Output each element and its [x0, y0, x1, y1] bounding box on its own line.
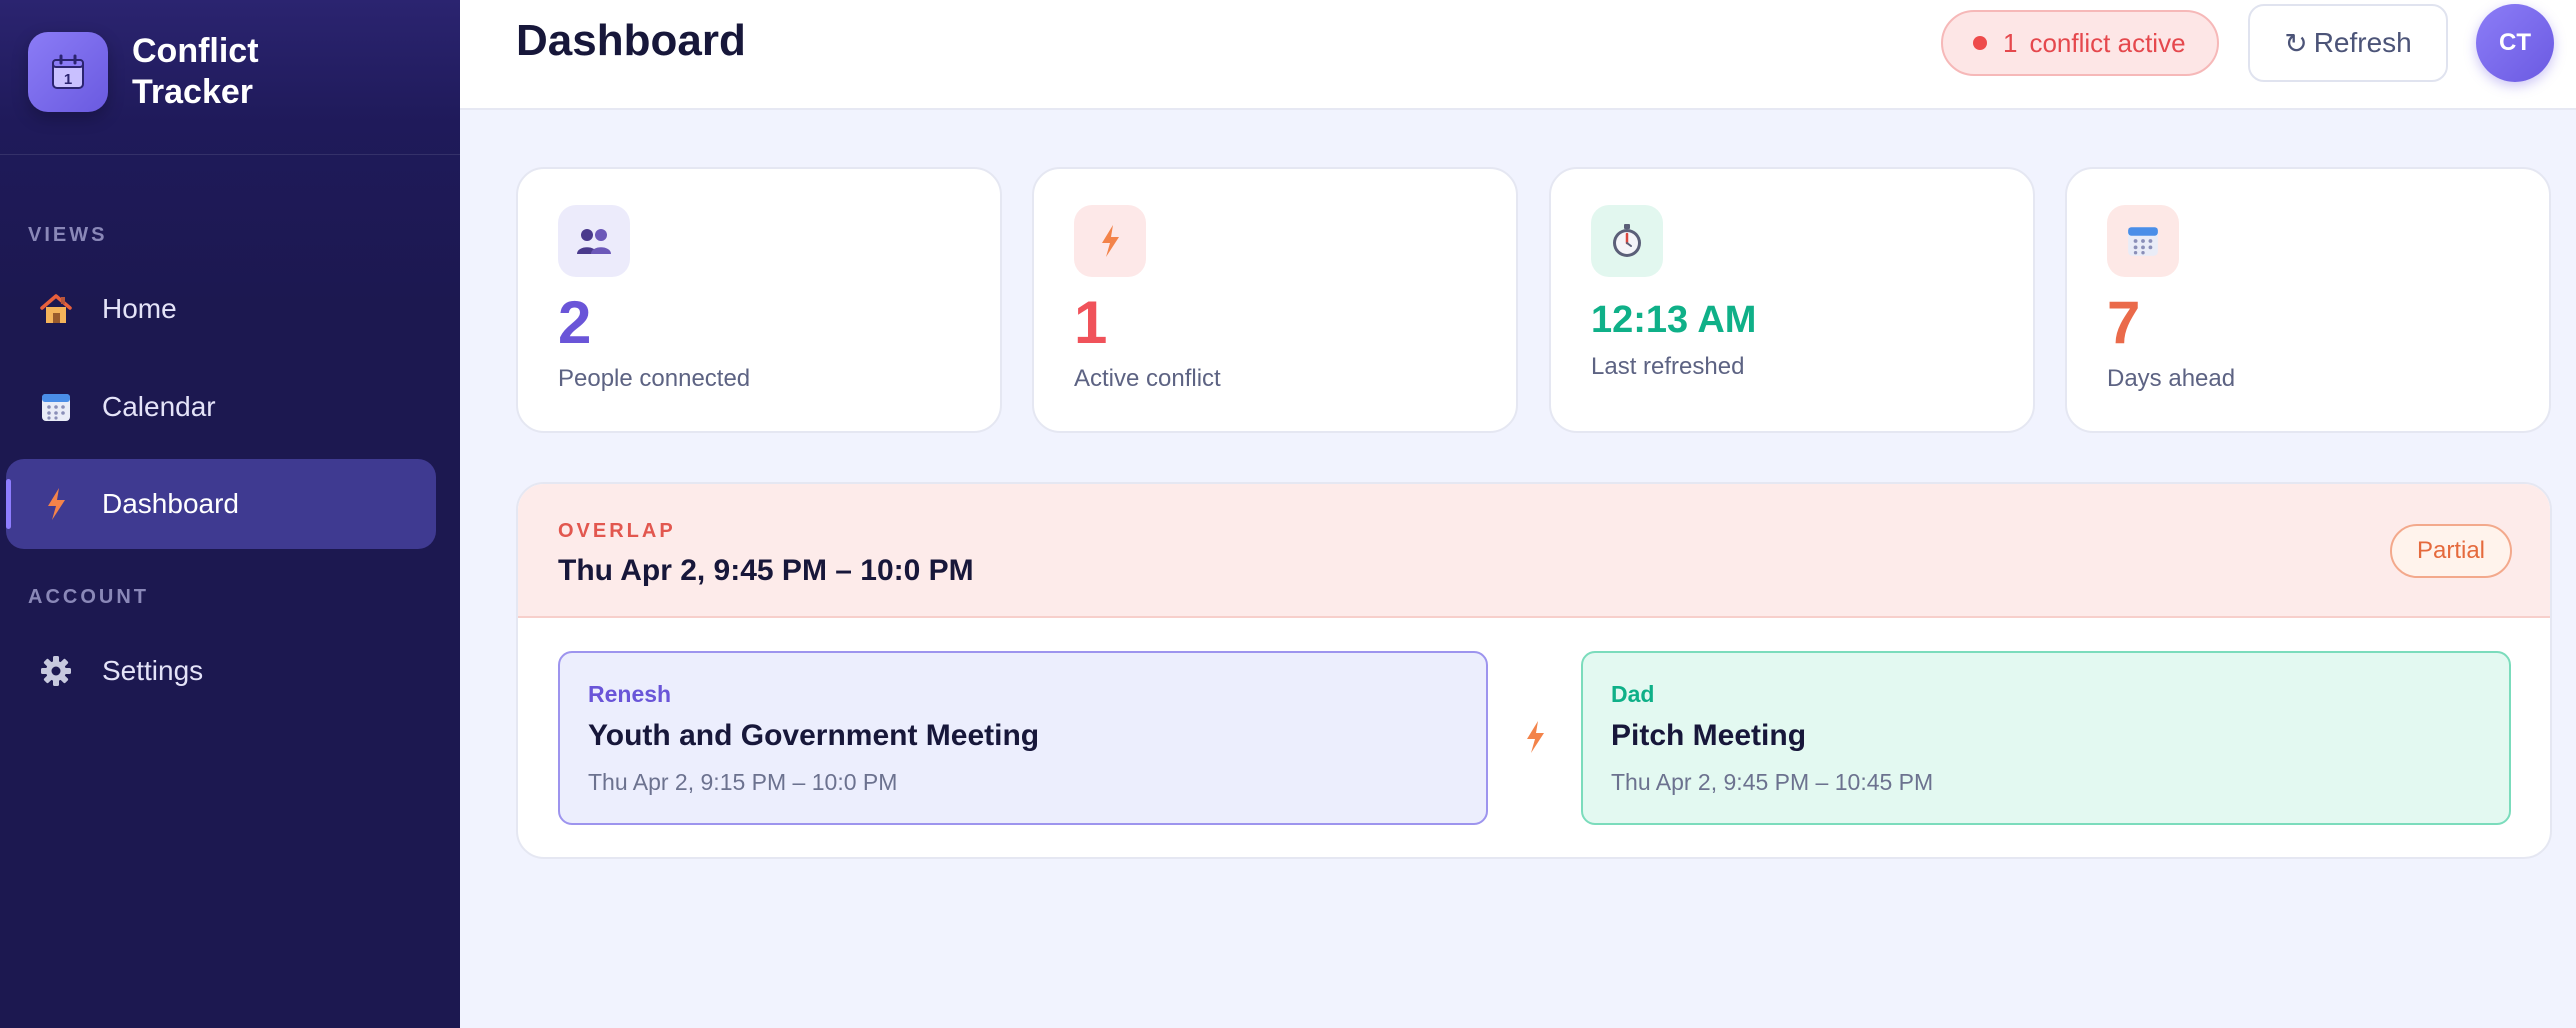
sidebar-item-settings[interactable]: Settings	[6, 626, 436, 716]
stat-label: Last refreshed	[1591, 353, 1745, 380]
calendar-icon	[36, 387, 76, 427]
event-title: Pitch Meeting	[1611, 719, 1807, 752]
stopwatch-icon	[1591, 205, 1663, 277]
conflict-count: 1	[2003, 27, 2018, 58]
stat-value: 1	[1074, 289, 1108, 356]
lightning-icon	[1074, 205, 1146, 277]
stat-label: Active conflict	[1074, 365, 1221, 392]
sidebar-item-dashboard[interactable]: Dashboard	[6, 459, 436, 549]
sidebar: 1 Conflict Tracker VIEWS Home Calendar D…	[0, 0, 460, 1028]
event-person: Dad	[1611, 681, 1655, 707]
conflict-header: OVERLAP Thu Apr 2, 9:45 PM – 10:0 PM Par…	[518, 484, 2550, 618]
event-time: Thu Apr 2, 9:45 PM – 10:45 PM	[1611, 769, 1934, 795]
avatar[interactable]: CT	[2476, 4, 2554, 82]
stat-card-refreshed: 12:13 AM Last refreshed	[1549, 167, 2035, 433]
stat-label: People connected	[558, 365, 751, 392]
sidebar-item-home[interactable]: Home	[6, 264, 436, 354]
calendar-logo-icon: 1	[28, 32, 108, 112]
top-header: Dashboard 1 conflict active ↻ Refresh CT	[460, 0, 2576, 110]
event-card-dad[interactable]: Dad Pitch Meeting Thu Apr 2, 9:45 PM – 1…	[1581, 651, 2511, 825]
section-label-views: VIEWS	[28, 224, 108, 246]
conflict-status-text: conflict active	[2029, 27, 2186, 58]
sidebar-item-calendar[interactable]: Calendar	[6, 362, 436, 452]
event-time: Thu Apr 2, 9:15 PM – 10:0 PM	[588, 769, 898, 795]
app-name: Conflict Tracker	[132, 32, 259, 111]
refresh-icon: ↻	[2284, 27, 2308, 59]
sidebar-item-label: Home	[102, 293, 177, 324]
stat-value: 12:13 AM	[1591, 299, 1757, 341]
sidebar-item-label: Calendar	[102, 391, 216, 422]
section-label-account: ACCOUNT	[28, 586, 149, 608]
page-title: Dashboard	[516, 16, 746, 65]
stat-card-days: 7 Days ahead	[2065, 167, 2551, 433]
stat-card-conflicts: 1 Active conflict	[1032, 167, 1518, 433]
calendar-icon	[2107, 205, 2179, 277]
status-dot-icon	[1973, 36, 1987, 50]
event-card-renesh[interactable]: Renesh Youth and Government Meeting Thu …	[558, 651, 1488, 825]
overlap-label: OVERLAP	[558, 520, 676, 542]
lightning-icon	[36, 484, 76, 524]
brand[interactable]: 1 Conflict Tracker	[28, 32, 332, 112]
event-person: Renesh	[588, 681, 672, 707]
gear-icon	[36, 651, 76, 691]
svg-text:1: 1	[64, 71, 72, 88]
refresh-label: Refresh	[2313, 27, 2412, 58]
house-icon	[36, 289, 76, 329]
stat-label: Days ahead	[2107, 365, 2236, 392]
stat-value: 2	[558, 289, 592, 356]
conflict-status-badge[interactable]: 1 conflict active	[1941, 10, 2219, 76]
lightning-icon	[1524, 720, 1554, 760]
partial-badge: Partial	[2390, 524, 2512, 578]
people-icon	[558, 205, 630, 277]
conflict-card: OVERLAP Thu Apr 2, 9:45 PM – 10:0 PM Par…	[516, 482, 2552, 859]
sidebar-item-label: Settings	[102, 655, 204, 686]
overlap-time: Thu Apr 2, 9:45 PM – 10:0 PM	[558, 554, 974, 587]
refresh-button[interactable]: ↻ Refresh	[2248, 4, 2448, 82]
stat-value: 7	[2107, 289, 2141, 356]
sidebar-divider	[0, 154, 460, 155]
sidebar-item-label: Dashboard	[102, 488, 239, 519]
event-title: Youth and Government Meeting	[588, 719, 1040, 752]
stat-card-people: 2 People connected	[516, 167, 1002, 433]
